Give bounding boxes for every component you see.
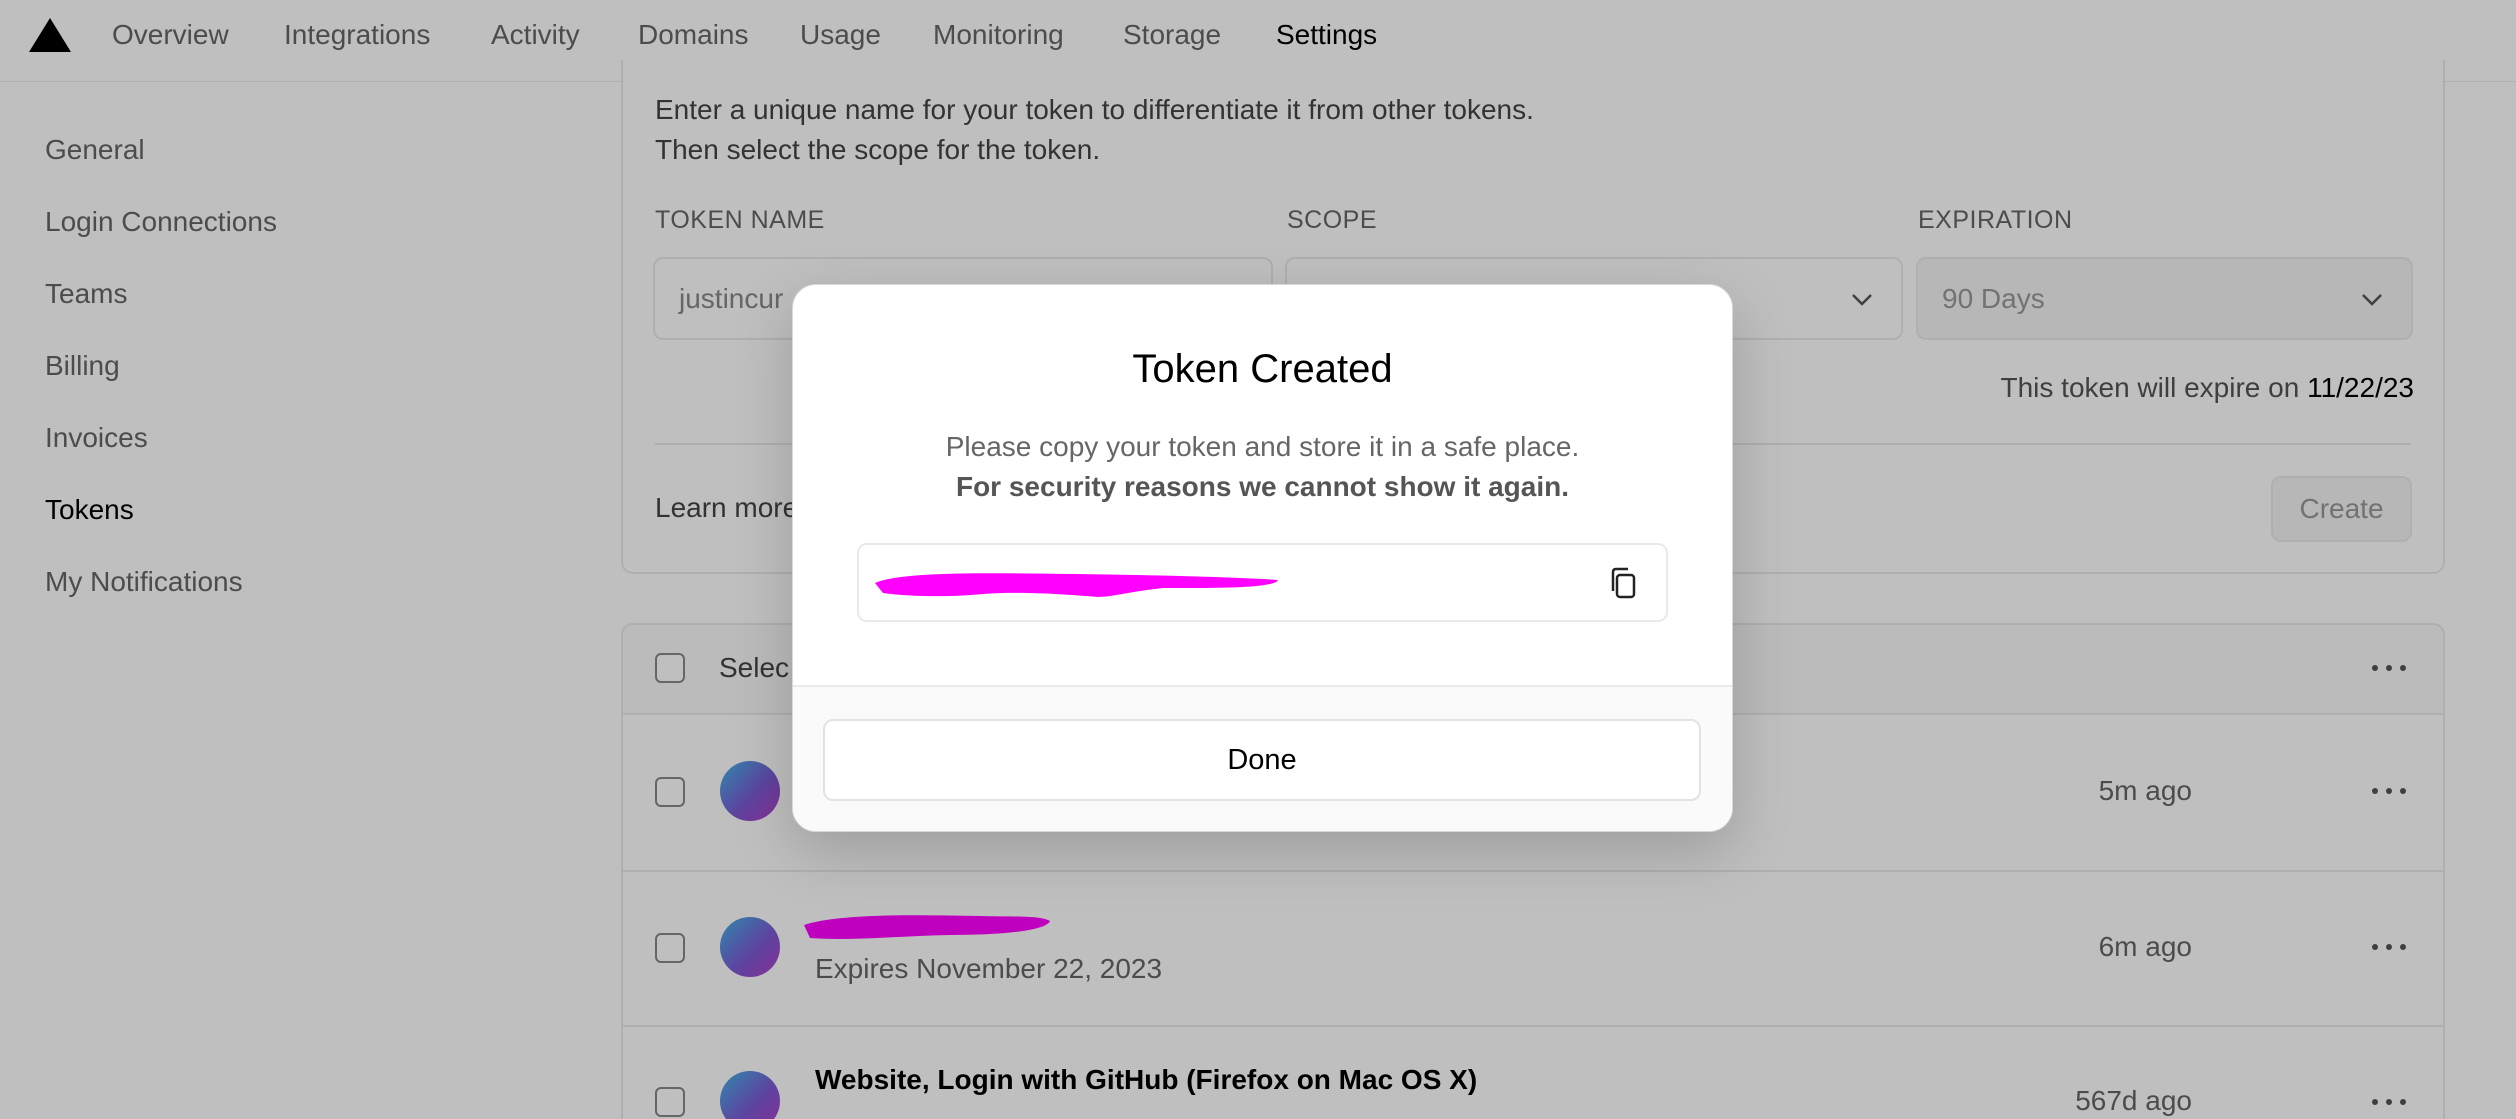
app-root: Overview Integrations Activity Domains U… (0, 0, 2516, 1119)
dialog-message: Please copy your token and store it in a… (945, 431, 1580, 462)
done-button[interactable]: Done (823, 719, 1701, 801)
copy-icon[interactable] (1604, 563, 1644, 603)
token-value-field[interactable] (857, 543, 1668, 622)
dialog-footer: Done (793, 685, 1732, 831)
token-created-dialog: Token Created Please copy your token and… (792, 284, 1733, 832)
dialog-warning: For security reasons we cannot show it a… (955, 471, 1570, 502)
dialog-title: Token Created (1132, 347, 1393, 391)
redacted-token-value (875, 573, 1278, 597)
